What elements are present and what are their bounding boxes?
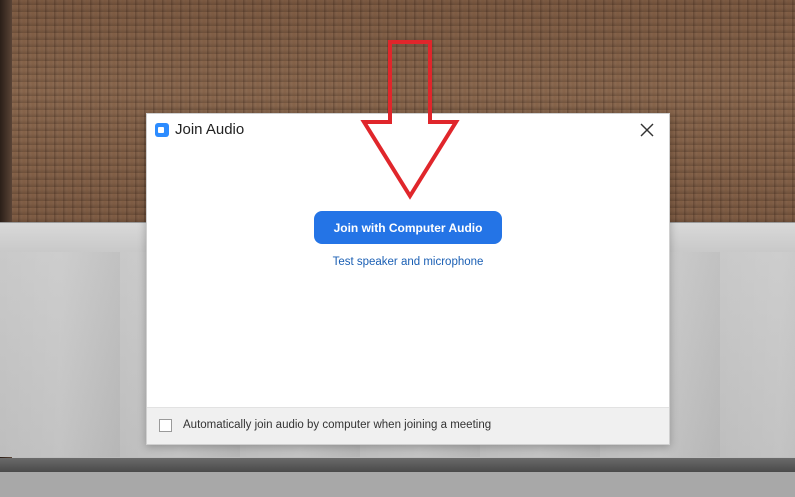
background-bottom-bar — [0, 458, 795, 472]
auto-join-audio-checkbox[interactable] — [159, 419, 172, 432]
join-with-computer-audio-button[interactable]: Join with Computer Audio — [314, 211, 502, 244]
close-icon — [640, 123, 654, 137]
close-button[interactable] — [637, 120, 657, 140]
screenshot-scene: Join Audio Join with Computer Audio Test… — [0, 0, 795, 497]
test-speaker-microphone-link[interactable]: Test speaker and microphone — [147, 256, 669, 268]
zoom-app-icon — [155, 123, 169, 137]
auto-join-audio-label[interactable]: Automatically join audio by computer whe… — [183, 418, 491, 432]
join-audio-dialog: Join Audio Join with Computer Audio Test… — [146, 113, 670, 445]
dialog-titlebar: Join Audio — [147, 114, 669, 148]
background-bottom — [0, 472, 795, 497]
dialog-title: Join Audio — [175, 121, 245, 138]
dialog-footer: Automatically join audio by computer whe… — [147, 407, 669, 444]
